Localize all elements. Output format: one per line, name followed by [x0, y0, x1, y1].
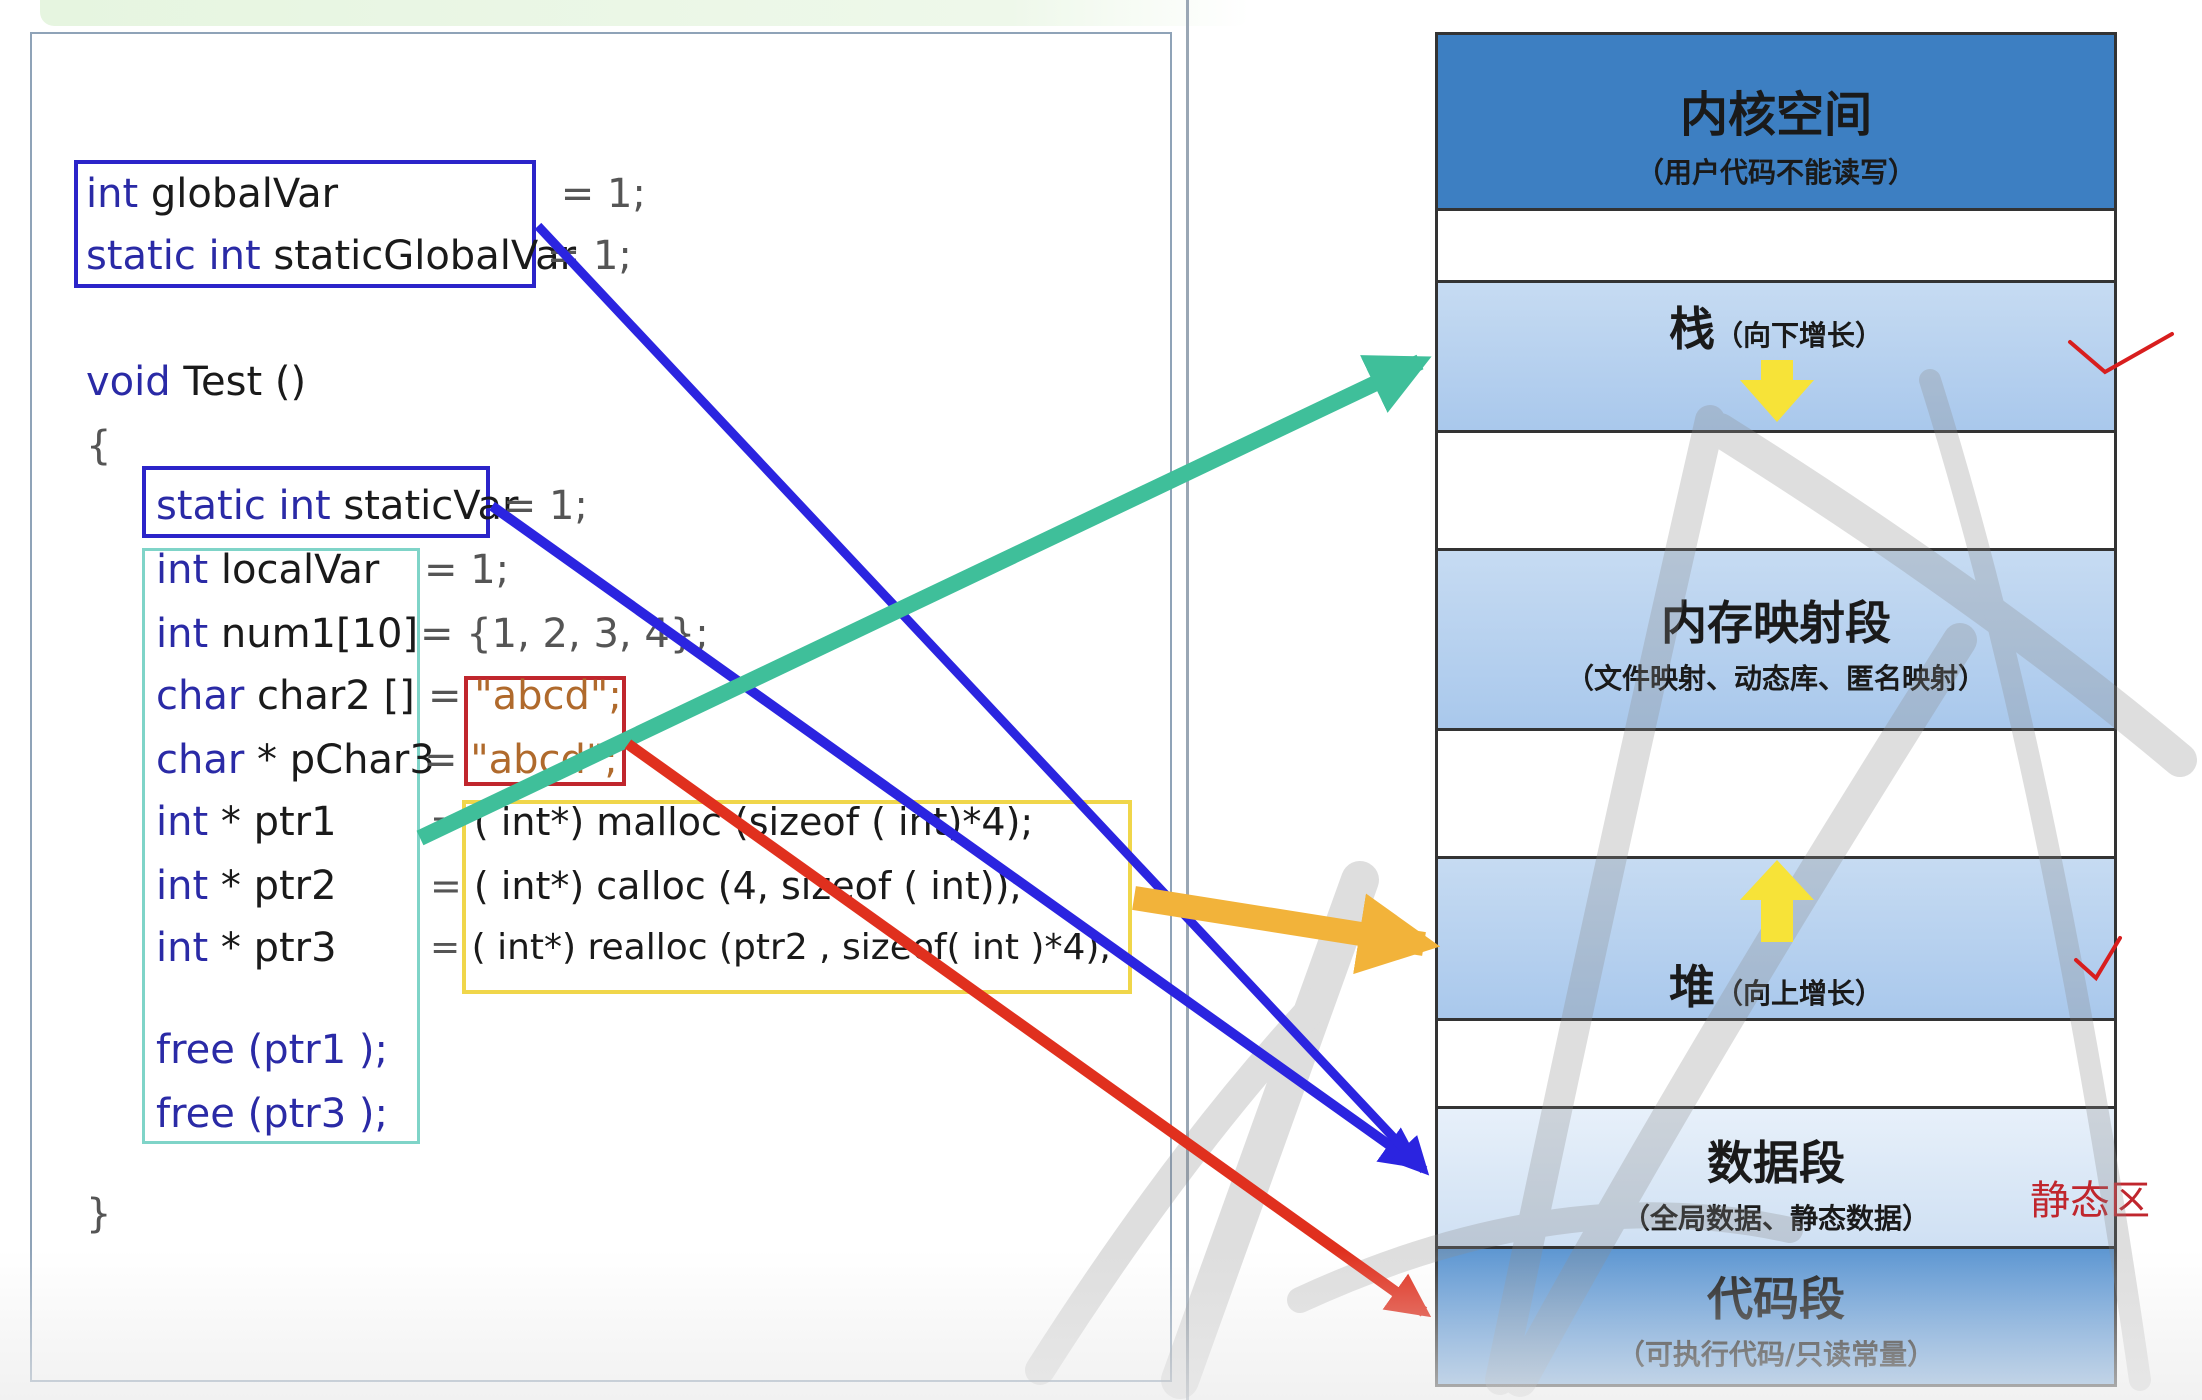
arrow-alloc-to-heap — [1132, 886, 1441, 975]
segment-stack: 栈（向下增长） — [1438, 283, 2114, 433]
code-line-num1: int num1[10] — [156, 611, 419, 657]
code-line-close-brace: } — [86, 1191, 112, 1237]
code-line-pchar3-assign: = "abcd"; — [424, 737, 618, 783]
code-line-static-var-assign: = 1; — [490, 483, 588, 529]
code-line-ptr2-assign: = ( int*) calloc (4, sizeof ( int)); — [430, 864, 1023, 908]
code-line-char2-assign: = "abcd"; — [428, 673, 622, 719]
code-line-global-var-assign: = 1; — [548, 171, 646, 217]
code-line-pchar3: char * pChar3 — [156, 737, 435, 783]
code-line-static-global-var: static int staticGlobalVar — [86, 233, 577, 279]
code-line-ptr3: int * ptr3 — [156, 925, 337, 971]
top-highlight-bar — [40, 0, 1250, 26]
static-area-label: 静态区 — [2030, 1178, 2150, 1224]
slide: int globalVar = 1; static int staticGlob… — [0, 0, 2202, 1400]
code-line-char2: char char2 [] — [156, 673, 415, 719]
segment-gap-3 — [1438, 731, 2114, 859]
segment-heap-heading: 堆（向上增长） — [1438, 951, 2114, 1017]
segment-code-title: 代码段 — [1707, 1272, 1845, 1326]
segment-stack-heading: 栈（向下增长） — [1438, 293, 2114, 359]
code-line-static-global-var-assign: = 1; — [534, 233, 632, 279]
segment-stack-title: 栈 — [1668, 302, 1715, 356]
code-line-open-brace: { — [86, 423, 112, 469]
segment-heap: 堆（向上增长） — [1438, 859, 2114, 1021]
segment-heap-title: 堆 — [1668, 960, 1715, 1014]
segment-kernel-title: 内核空间 — [1679, 87, 1872, 143]
code-line-ptr1-assign: = ( int*) malloc (sizeof ( int)*4); — [430, 800, 1034, 844]
segment-code-sub: （可执行代码/只读常量） — [1616, 1338, 1936, 1371]
segment-mmap: 内存映射段 （文件映射、动态库、匿名映射） — [1438, 551, 2114, 731]
code-line-local-var: int localVar — [156, 547, 380, 593]
segment-data-sub: （全局数据、静态数据） — [1621, 1202, 1930, 1235]
code-line-static-var: static int staticVar — [156, 483, 519, 529]
panel-divider — [1186, 0, 1189, 1400]
segment-data-title: 数据段 — [1707, 1136, 1845, 1190]
code-line-ptr3-assign: = ( int*) realloc (ptr2 , sizeof( int )*… — [430, 927, 1112, 968]
code-line-free-ptr3: free (ptr3 ); — [156, 1091, 388, 1137]
code-line-num1-assign: = {1, 2, 3, 4}; — [420, 611, 709, 657]
code-line-ptr1: int * ptr1 — [156, 799, 337, 845]
segment-heap-sub: （向上增长） — [1714, 977, 1883, 1010]
code-line-local-var-assign: = 1; — [424, 547, 510, 593]
code-line-free-ptr1: free (ptr1 ); — [156, 1027, 388, 1073]
segment-stack-sub: （向下增长） — [1714, 319, 1883, 352]
code-line-void-test: void Test () — [86, 359, 307, 405]
code-line-ptr2: int * ptr2 — [156, 863, 337, 909]
segment-data: 数据段 （全局数据、静态数据） — [1438, 1109, 2114, 1249]
segment-gap-2 — [1438, 433, 2114, 551]
segment-gap-4 — [1438, 1021, 2114, 1109]
segment-kernel-sub: （用户代码不能读写） — [1635, 156, 1916, 189]
segment-code: 代码段 （可执行代码/只读常量） — [1438, 1249, 2114, 1384]
segment-gap-1 — [1438, 211, 2114, 283]
code-line-global-var: int globalVar — [86, 171, 339, 217]
segment-mmap-title: 内存映射段 — [1661, 596, 1891, 650]
segment-kernel-space: 内核空间 （用户代码不能读写） — [1438, 35, 2114, 211]
segment-mmap-sub: （文件映射、动态库、匿名映射） — [1565, 662, 1986, 695]
